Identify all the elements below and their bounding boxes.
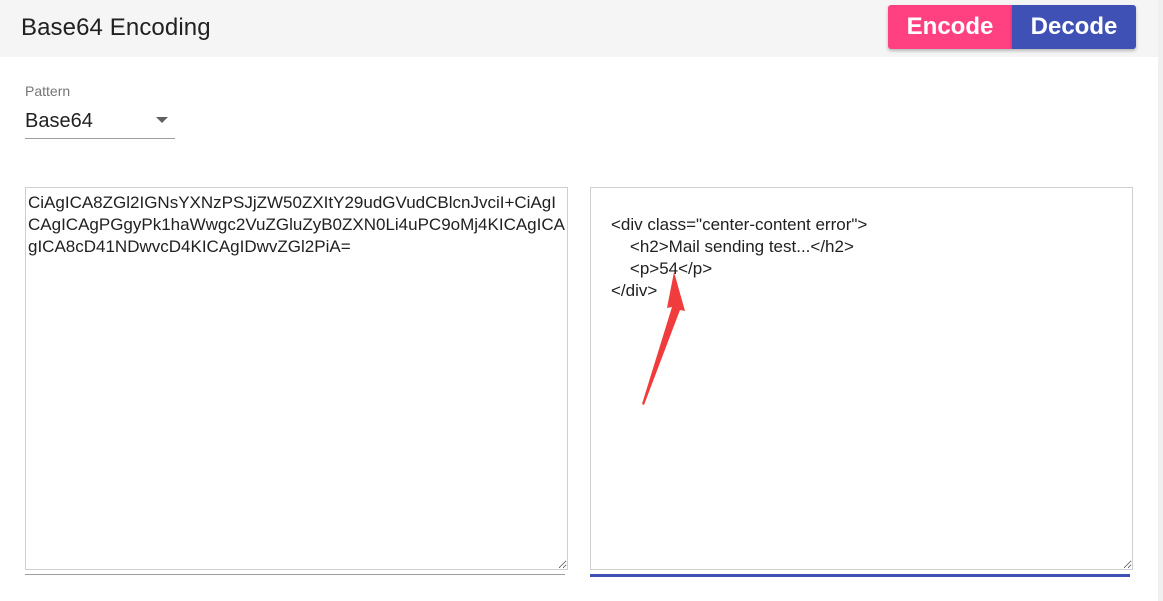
base64-page: Base64 Encoding Encode Decode Pattern Ba… [0,0,1163,601]
pattern-label: Pattern [25,83,71,99]
scrollbar[interactable] [1158,0,1163,601]
output-focus-underline [590,574,1130,577]
page-title: Base64 Encoding [21,14,211,41]
app-header: Base64 Encoding Encode Decode [0,0,1158,57]
input-underline [25,574,565,575]
encode-button[interactable]: Encode [888,5,1012,49]
decoded-output[interactable]: <div class="center-content error"> <h2>M… [590,187,1133,570]
pattern-select-value: Base64 [25,110,93,132]
decode-button[interactable]: Decode [1012,5,1136,49]
pattern-select[interactable]: Base64 [25,108,175,139]
chevron-down-icon[interactable] [156,117,168,123]
base64-input[interactable]: CiAgICA8ZGl2IGNsYXNzPSJjZW50ZXItY29udGVu… [25,187,568,570]
